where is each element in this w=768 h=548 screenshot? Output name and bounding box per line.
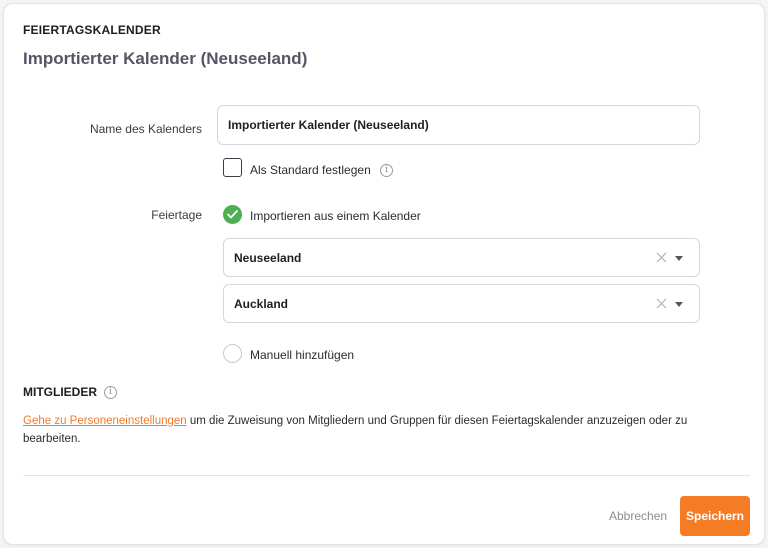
holidays-label: Feiertage bbox=[151, 208, 202, 222]
info-icon[interactable]: i bbox=[380, 164, 393, 177]
person-settings-link[interactable]: Gehe zu Personeneinstellungen bbox=[23, 415, 187, 427]
cancel-button[interactable]: Abbrechen bbox=[601, 503, 675, 529]
default-checkbox-label: Als Standard festlegen bbox=[250, 163, 371, 177]
members-description: Gehe zu Personeneinstellungen um die Zuw… bbox=[23, 412, 723, 448]
chevron-down-icon[interactable] bbox=[675, 302, 683, 307]
clear-icon[interactable] bbox=[656, 252, 667, 263]
chevron-down-icon[interactable] bbox=[675, 256, 683, 261]
info-icon[interactable]: i bbox=[104, 386, 117, 399]
page-title: Importierter Kalender (Neuseeland) bbox=[23, 49, 308, 68]
import-radio[interactable] bbox=[223, 205, 242, 224]
section-label: FEIERTAGSKALENDER bbox=[23, 23, 161, 37]
members-label: MITGLIEDER bbox=[23, 385, 97, 399]
holiday-calendar-card: FEIERTAGSKALENDER Importierter Kalender … bbox=[3, 3, 765, 545]
region-select-value: Auckland bbox=[234, 297, 289, 311]
import-radio-label: Importieren aus einem Kalender bbox=[250, 209, 421, 223]
manual-radio-label: Manuell hinzufügen bbox=[250, 348, 355, 362]
country-select-value: Neuseeland bbox=[234, 251, 302, 265]
region-select[interactable]: Auckland bbox=[223, 284, 700, 323]
manual-radio[interactable] bbox=[223, 344, 242, 363]
default-checkbox[interactable] bbox=[223, 158, 242, 177]
country-select[interactable]: Neuseeland bbox=[223, 238, 700, 277]
save-button[interactable]: Speichern bbox=[680, 496, 750, 536]
clear-icon[interactable] bbox=[656, 298, 667, 309]
check-icon bbox=[227, 210, 238, 219]
calendar-name-input[interactable] bbox=[217, 105, 700, 145]
calendar-name-label: Name des Kalenders bbox=[89, 122, 202, 136]
divider bbox=[23, 475, 750, 476]
